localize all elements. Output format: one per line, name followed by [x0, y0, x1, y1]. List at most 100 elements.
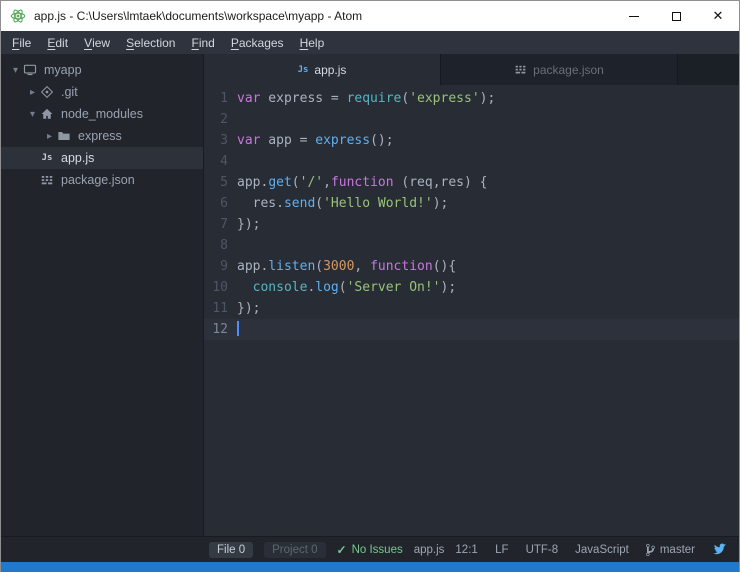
chevron-down-icon[interactable]: ▾: [26, 109, 39, 120]
maximize-button[interactable]: [655, 1, 697, 31]
line-number: 11: [212, 301, 228, 316]
window-title: app.js - C:\Users\lmtaek\documents\works…: [34, 9, 363, 23]
menu-selection[interactable]: Selection: [118, 31, 183, 54]
cursor-position-indicator[interactable]: 12:1: [455, 544, 477, 556]
code-line-8[interactable]: 8: [204, 235, 739, 256]
menu-edit[interactable]: Edit: [39, 31, 76, 54]
maximize-icon: [671, 11, 681, 21]
js-icon: Js: [297, 64, 309, 75]
tree-item-label: myapp: [44, 63, 82, 77]
code-line-10[interactable]: 10 console.log('Server On!');: [204, 277, 739, 298]
editor-lines[interactable]: 1 var express = require('express'); 2 3 var …: [204, 85, 739, 536]
status-file-name[interactable]: app.js: [414, 544, 445, 556]
tree-item-app-js[interactable]: Js app.js: [1, 147, 203, 169]
code-text: app.listen(3000, function(){: [237, 259, 457, 274]
code-line-9[interactable]: 9 app.listen(3000, function(){: [204, 256, 739, 277]
taskbar-strip: [1, 562, 739, 572]
git-branch-indicator[interactable]: master: [645, 543, 695, 557]
device-icon: [22, 62, 38, 78]
tree-item-git[interactable]: ▸ .git: [1, 81, 203, 103]
code-text: });: [237, 217, 261, 232]
chevron-down-icon[interactable]: ▾: [9, 65, 22, 76]
code-text: var express = require('express');: [237, 91, 496, 106]
line-number: 6: [220, 196, 228, 211]
code-line-3[interactable]: 3 var app = express();: [204, 130, 739, 151]
encoding-indicator[interactable]: UTF-8: [526, 544, 559, 556]
close-button[interactable]: ✕: [697, 1, 739, 31]
code-line-1[interactable]: 1 var express = require('express');: [204, 88, 739, 109]
tree-item-package-json[interactable]: package.json: [1, 169, 203, 191]
minimize-icon: [629, 15, 639, 17]
line-number: 10: [212, 280, 228, 295]
menu-packages[interactable]: Packages: [223, 31, 292, 54]
project-error-counter[interactable]: Project 0: [264, 541, 326, 558]
code-text: [237, 319, 239, 340]
menu-bar: File Edit View Selection Find Packages Help: [1, 31, 739, 54]
line-number: 3: [220, 133, 228, 148]
tree-item-node-modules[interactable]: ▾ node_modules: [1, 103, 203, 125]
editor-pane: Js app.js package.json 1 var express = requ…: [204, 54, 739, 536]
line-number: 8: [220, 238, 228, 253]
status-right: LF UTF-8 JavaScript master: [495, 542, 727, 557]
code-line-2[interactable]: 2: [204, 109, 739, 130]
tree-item-label: package.json: [61, 173, 135, 187]
code-line-5[interactable]: 5 app.get('/',function (req,res) {: [204, 172, 739, 193]
chevron-right-icon[interactable]: ▸: [26, 87, 39, 98]
line-number: 1: [220, 91, 228, 106]
code-text: console.log('Server On!');: [252, 280, 457, 295]
line-number: 5: [220, 175, 228, 190]
js-icon: Js: [41, 153, 53, 163]
tree-item-label: node_modules: [61, 107, 144, 121]
menu-find[interactable]: Find: [183, 31, 222, 54]
tab-app-js[interactable]: Js app.js: [204, 54, 441, 85]
check-icon: ✓: [336, 542, 347, 557]
chevron-right-icon[interactable]: ▸: [43, 131, 56, 142]
window-controls: ✕: [613, 1, 739, 31]
code-text: app.get('/',function (req,res) {: [237, 175, 488, 190]
git-branch-label: master: [659, 543, 695, 556]
line-number: 12: [212, 322, 228, 337]
menu-view[interactable]: View: [76, 31, 118, 54]
tree-view: ▾ myapp ▸ .git ▾ node_modules ▸ express Js app.js…: [1, 54, 204, 536]
grammar-indicator[interactable]: JavaScript: [575, 544, 629, 556]
git-branch-icon: [645, 543, 655, 556]
code-line-12[interactable]: 12: [204, 319, 739, 340]
menu-help[interactable]: Help: [292, 31, 333, 54]
code-text: });: [237, 301, 261, 316]
lint-status-label: No Issues: [351, 543, 403, 556]
atom-logo-icon: [10, 8, 26, 24]
code-line-6[interactable]: 6 res.send('Hello World!');: [204, 193, 739, 214]
line-number: 4: [220, 154, 228, 169]
tree-item-label: app.js: [61, 151, 95, 165]
code-text: var app = express();: [237, 133, 394, 148]
minimize-button[interactable]: [613, 1, 655, 31]
tab-bar: Js app.js package.json: [204, 54, 739, 85]
home-icon: [39, 106, 55, 122]
tab-label: package.json: [533, 62, 604, 77]
lint-status[interactable]: ✓ No Issues: [337, 543, 403, 557]
status-bar: File 0 Project 0 ✓ No Issues app.js 12:1…: [1, 536, 739, 562]
tab-label: app.js: [314, 62, 347, 77]
tree-item-express[interactable]: ▸ express: [1, 125, 203, 147]
close-icon: ✕: [712, 8, 724, 23]
folder-icon: [56, 128, 72, 144]
main-area: ▾ myapp ▸ .git ▾ node_modules ▸ express Js app.js…: [1, 54, 739, 536]
git-icon: [39, 84, 55, 100]
line-ending-indicator[interactable]: LF: [495, 544, 508, 556]
tree-item-label: express: [78, 129, 122, 143]
tree-item-label: .git: [61, 85, 78, 99]
code-line-7[interactable]: 7});: [204, 214, 739, 235]
npm-icon: [514, 63, 527, 76]
code-text: res.send('Hello World!');: [237, 196, 449, 211]
tree-item-myapp[interactable]: ▾ myapp: [1, 59, 203, 81]
atom-window: app.js - C:\Users\lmtaek\documents\works…: [0, 0, 740, 572]
tab-package-json[interactable]: package.json: [441, 54, 678, 85]
bird-icon[interactable]: [712, 542, 727, 557]
line-number: 2: [220, 112, 228, 127]
code-line-4[interactable]: 4: [204, 151, 739, 172]
status-left: File 0 Project 0 ✓ No Issues app.js 12:1: [209, 541, 495, 558]
npm-icon: [39, 172, 55, 188]
menu-file[interactable]: File: [4, 31, 39, 54]
file-error-counter[interactable]: File 0: [209, 541, 254, 558]
code-line-11[interactable]: 11});: [204, 298, 739, 319]
